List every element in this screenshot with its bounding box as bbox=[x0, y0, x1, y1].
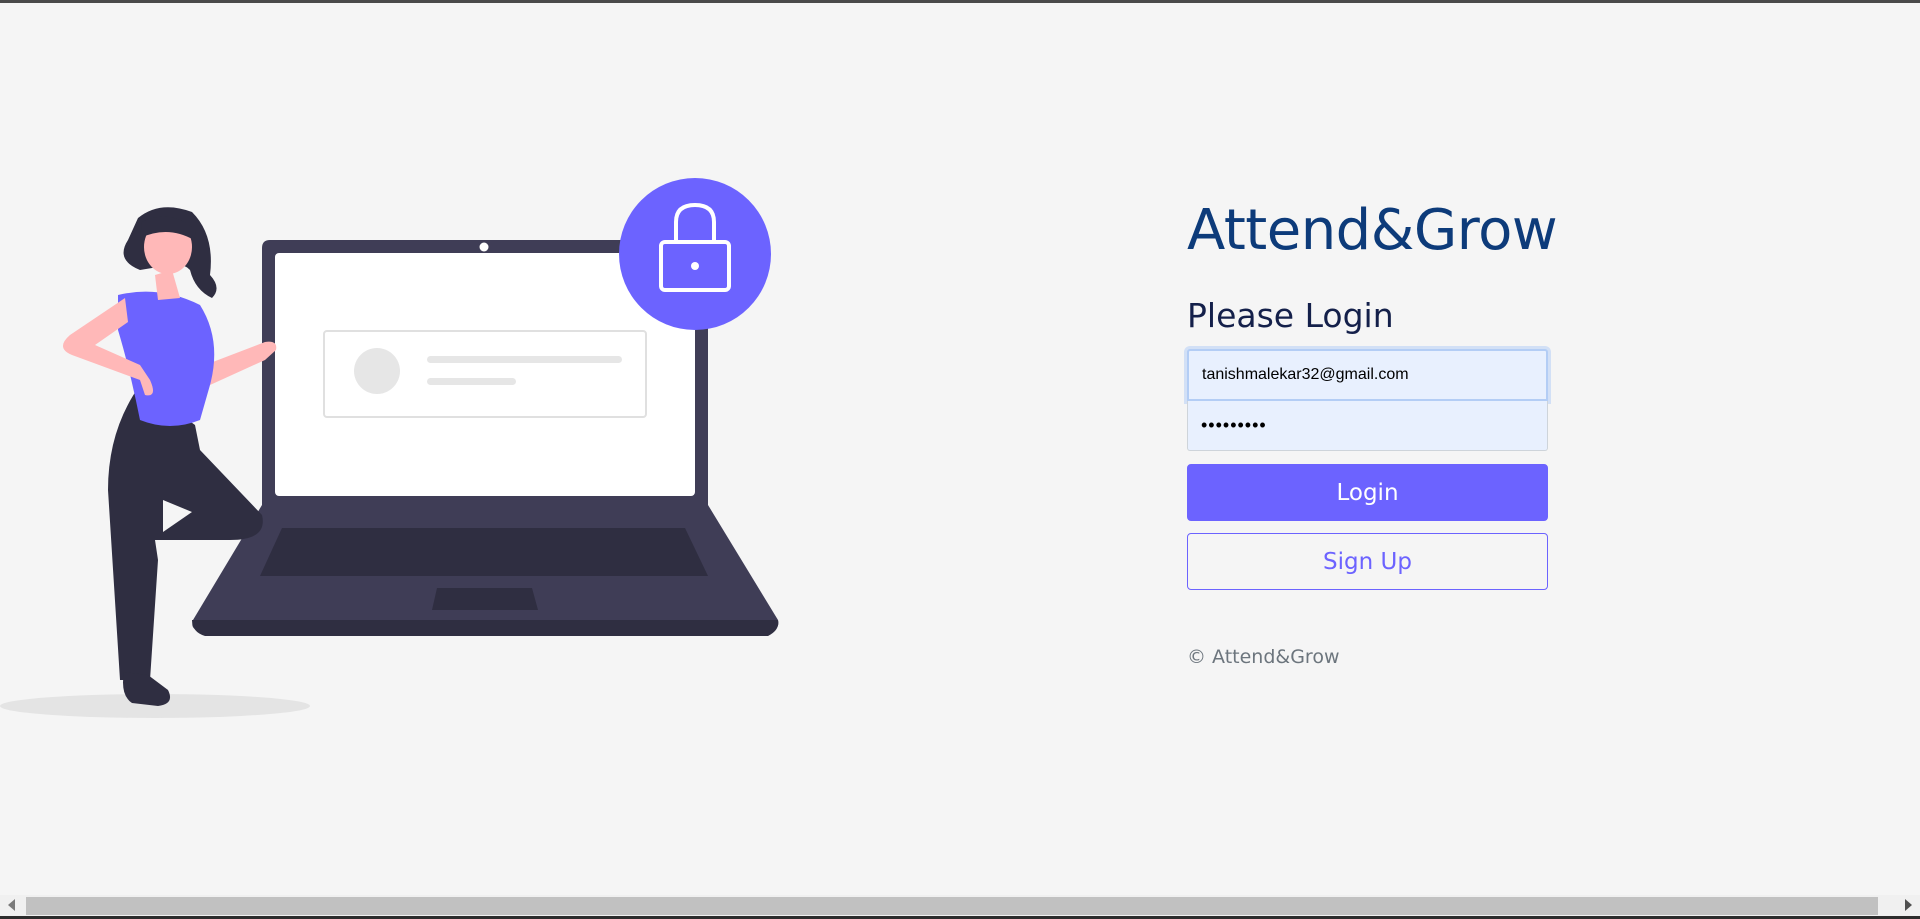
password-field[interactable]: ••••••••• bbox=[1187, 401, 1548, 451]
signup-button[interactable]: Sign Up bbox=[1187, 533, 1548, 590]
scrollbar-thumb[interactable] bbox=[26, 897, 1878, 915]
email-field[interactable]: tanishmalekar32@gmail.com bbox=[1187, 349, 1548, 401]
login-illustration bbox=[0, 178, 779, 718]
browser-top-border bbox=[0, 0, 1920, 3]
horizontal-scrollbar[interactable] bbox=[0, 895, 1920, 919]
lock-icon bbox=[619, 178, 771, 330]
login-panel: Attend&Grow Please Login tanishmalekar32… bbox=[1187, 195, 1558, 668]
scroll-right-arrow-icon[interactable] bbox=[1905, 899, 1912, 911]
scroll-left-arrow-icon[interactable] bbox=[8, 899, 15, 911]
brand-title: Attend&Grow bbox=[1187, 198, 1558, 263]
copyright-text: © Attend&Grow bbox=[1187, 646, 1340, 668]
login-button[interactable]: Login bbox=[1187, 464, 1548, 521]
login-heading: Please Login bbox=[1187, 296, 1394, 335]
